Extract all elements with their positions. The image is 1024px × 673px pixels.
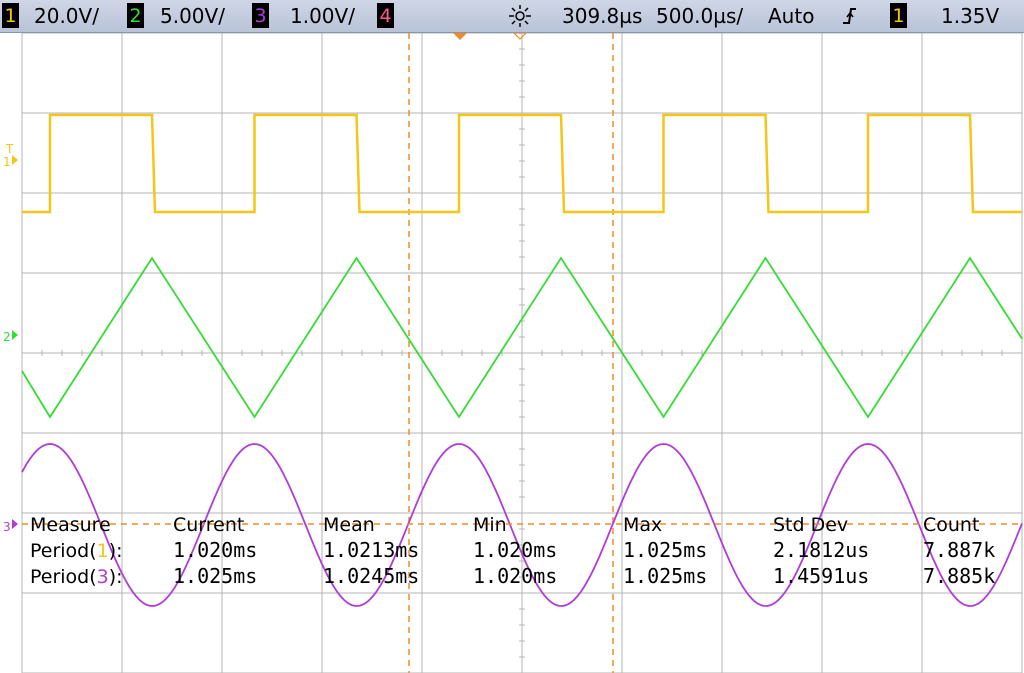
header-min: Min xyxy=(473,514,507,536)
channel-1-scale[interactable]: 20.0V/ xyxy=(34,4,99,28)
crosshair-trigger-icon xyxy=(509,5,531,27)
header-max: Max xyxy=(623,514,662,536)
row-2-label: Period(3): xyxy=(30,566,123,588)
header-measure: Measure xyxy=(30,514,111,536)
ch3-marker-arrow-icon xyxy=(12,519,18,529)
row-2-min: 1.020ms xyxy=(473,564,557,588)
row-2-std-dev: 1.4591us xyxy=(773,564,869,588)
rising-edge-icon xyxy=(843,8,856,24)
ch1-marker-arrow-icon xyxy=(12,155,18,165)
row-1-label: Period(1): xyxy=(30,540,123,562)
ch2-marker[interactable]: 2 xyxy=(3,330,11,344)
status-bar: 1 20.0V/ 2 5.00V/ 3 1.00V/ 4 309.8µs 500… xyxy=(0,0,1024,33)
ch2-marker-arrow-icon xyxy=(12,330,18,340)
channel-3-scale[interactable]: 1.00V/ xyxy=(290,4,355,28)
ch1-trigger-marker: T xyxy=(5,142,14,156)
row-2-mean: 1.0245ms xyxy=(323,564,419,588)
row-1-std-dev: 2.1812us xyxy=(773,538,869,562)
timebase[interactable]: 500.0µs/ xyxy=(656,4,743,28)
row-1-max: 1.025ms xyxy=(623,538,707,562)
row-1-count: 7.887k xyxy=(923,538,995,562)
trigger-source-button[interactable]: 1 xyxy=(890,3,907,28)
channel-3-button[interactable]: 3 xyxy=(252,3,269,28)
trigger-position-marker-icon xyxy=(453,33,467,40)
row-2-max: 1.025ms xyxy=(623,564,707,588)
row-1-min: 1.020ms xyxy=(473,538,557,562)
row-1-current: 1.020ms xyxy=(173,538,257,562)
row-2-count: 7.885k xyxy=(923,564,995,588)
channel-1-button[interactable]: 1 xyxy=(2,3,19,28)
delay-reference-marker-icon xyxy=(513,33,527,40)
channel-markers[interactable]: T 1 2 3 xyxy=(3,33,527,534)
waveform-display[interactable]: T 1 2 3 Measure Current Mean Min Max Std… xyxy=(0,33,1024,673)
header-count: Count xyxy=(923,514,979,536)
ch1-marker[interactable]: 1 xyxy=(3,155,11,169)
header-std-dev: Std Dev xyxy=(773,514,848,536)
time-delay[interactable]: 309.8µs xyxy=(562,4,642,28)
row-2-current: 1.025ms xyxy=(173,564,257,588)
header-current: Current xyxy=(173,514,244,536)
channel-4-button[interactable]: 4 xyxy=(377,3,394,28)
channel-2-button[interactable]: 2 xyxy=(127,3,144,28)
ch3-marker[interactable]: 3 xyxy=(3,520,11,534)
channel-2-scale[interactable]: 5.00V/ xyxy=(160,4,225,28)
row-1-mean: 1.0213ms xyxy=(323,538,419,562)
header-mean: Mean xyxy=(323,514,375,536)
trigger-mode[interactable]: Auto xyxy=(768,4,814,28)
trigger-level[interactable]: 1.35V xyxy=(941,4,999,28)
